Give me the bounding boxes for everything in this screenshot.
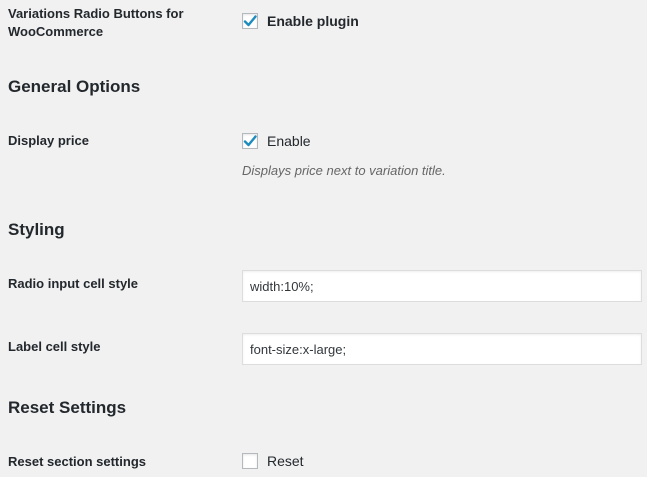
reset-section-settings-label: Reset section settings xyxy=(8,454,146,469)
enable-plugin-option[interactable]: Enable plugin xyxy=(242,12,359,30)
styling-heading: Styling xyxy=(8,220,65,239)
label-cell-style-label: Label cell style xyxy=(8,339,101,354)
plugin-enable-label: Variations Radio Buttons for WooCommerce xyxy=(8,5,184,41)
radio-input-cell-style-label: Radio input cell style xyxy=(8,276,139,291)
check-icon xyxy=(243,15,257,27)
radio-input-cell-style-input[interactable] xyxy=(242,270,642,302)
reset-checkbox-label[interactable]: Reset xyxy=(267,452,304,470)
enable-plugin-checkbox-label[interactable]: Enable plugin xyxy=(267,12,359,30)
enable-plugin-checkbox[interactable] xyxy=(242,13,258,29)
display-price-description: Displays price next to variation title. xyxy=(242,163,446,178)
plugin-label-line2: WooCommerce xyxy=(8,24,104,39)
settings-page: Variations Radio Buttons for WooCommerce… xyxy=(0,0,647,477)
reset-settings-heading: Reset Settings xyxy=(8,398,127,417)
display-price-checkbox[interactable] xyxy=(242,133,258,149)
check-icon xyxy=(243,135,257,147)
display-price-checkbox-label[interactable]: Enable xyxy=(267,132,311,150)
plugin-label-line1: Variations Radio Buttons for xyxy=(8,6,184,21)
display-price-option[interactable]: Enable xyxy=(242,132,311,150)
general-options-heading: General Options xyxy=(8,77,141,96)
reset-checkbox[interactable] xyxy=(242,453,258,469)
reset-option[interactable]: Reset xyxy=(242,452,304,470)
display-price-label: Display price xyxy=(8,133,89,148)
label-cell-style-input[interactable] xyxy=(242,333,642,365)
